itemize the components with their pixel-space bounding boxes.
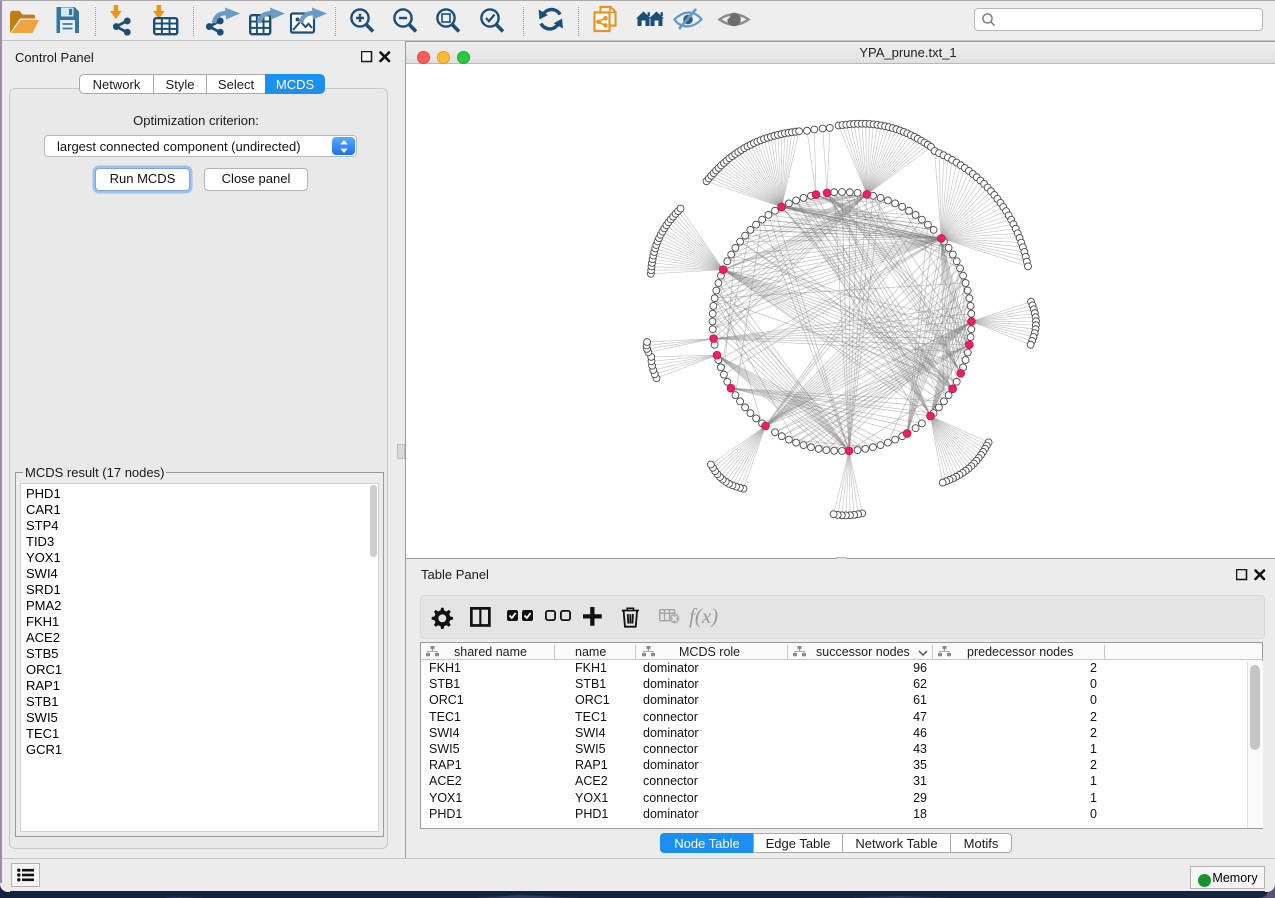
svg-text:f(x): f(x)	[689, 604, 718, 628]
